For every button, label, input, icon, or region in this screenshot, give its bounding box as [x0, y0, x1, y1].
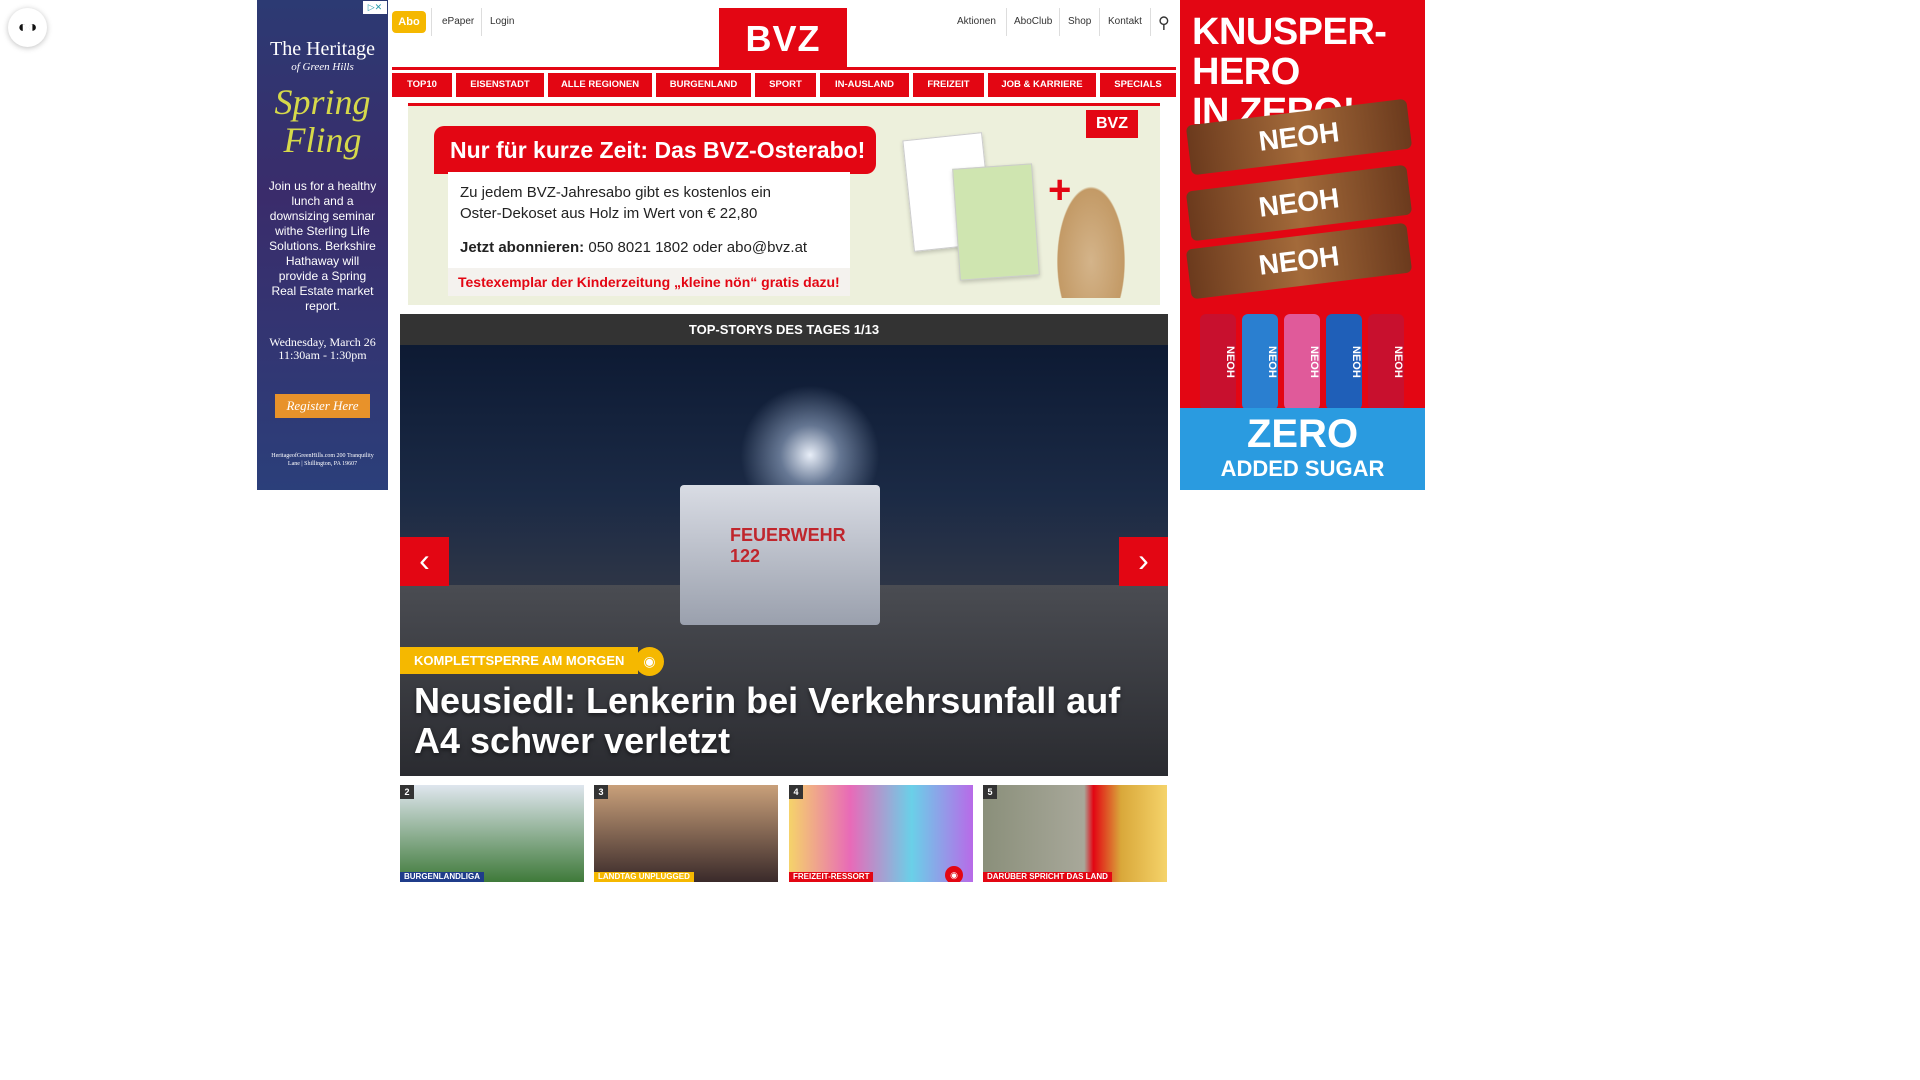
abo-button[interactable]: Abo [392, 11, 426, 33]
divider [481, 8, 482, 36]
thumbnail-2[interactable]: 2 BURGENLANDLIGA [400, 785, 584, 882]
ad-left-time: 11:30am - 1:30pm [278, 348, 367, 362]
story-kicker: KOMPLETTSPERRE AM MORGEN [400, 647, 639, 674]
ad-left-footer: HeritageofGreenHills.com 200 Tranquility… [271, 453, 374, 467]
top-stories-slider: TOP-STORYS DES TAGES 1/13 FEUERWEHR 122 … [400, 314, 1168, 776]
left-ad-banner[interactable]: ▷✕ The Heritage of Green Hills Spring Fl… [257, 0, 388, 490]
shop-link[interactable]: Shop [1068, 16, 1091, 27]
accessibility-button[interactable]: ◐◑ [8, 8, 47, 47]
thumb-tag: LANDTAG UNPLUGGED [594, 872, 694, 882]
right-ad-banner[interactable]: KNUSPER-HERO IN ZERO! NEOH NEOH NEOH NEO… [1180, 0, 1425, 490]
top-stories-header: TOP-STORYS DES TAGES 1/13 [400, 314, 1168, 345]
prev-arrow-icon[interactable]: ‹ [400, 537, 449, 586]
thumb-tag: BURGENLANDLIGA [400, 872, 484, 882]
next-arrow-icon[interactable]: › [1119, 537, 1168, 586]
kontakt-link[interactable]: Kontakt [1108, 16, 1142, 27]
thumb-number: 5 [983, 785, 997, 799]
main-nav: TOP10 EISENSTADT ALLE REGIONEN BURGENLAN… [392, 73, 1176, 97]
login-link[interactable]: Login [490, 16, 514, 27]
ad-right-footer: ZERO ADDED SUGAR [1180, 408, 1425, 490]
nav-burgenland[interactable]: BURGENLAND [656, 73, 751, 97]
nav-job-karriere[interactable]: JOB & KARRIERE [988, 73, 1096, 97]
thumbnail-4[interactable]: 4 FREIZEIT-RESSORT ◉ [789, 785, 973, 882]
divider [1099, 8, 1100, 36]
nav-top10[interactable]: TOP10 [392, 73, 452, 97]
kids-magazine-image [952, 163, 1040, 281]
ad-close-icon[interactable]: ▷✕ [363, 1, 387, 14]
camera-icon: ◉ [945, 866, 963, 882]
pack-1: NEOH [1200, 314, 1236, 410]
fire-truck: FEUERWEHR 122 [680, 485, 880, 625]
divider [1006, 8, 1007, 36]
promo-line-2: Oster-Dekoset aus Holz im Wert von € 22,… [460, 205, 758, 222]
promo-bvz-logo: BVZ [1086, 110, 1138, 138]
truck-text: FEUERWEHR 122 [730, 525, 846, 566]
camera-icon: ◉ [635, 647, 664, 676]
thumb-tag: DARÜBER SPRICHT DAS LAND [983, 872, 1112, 882]
thumb-tag: FREIZEIT-RESSORT [789, 872, 874, 882]
nav-specials[interactable]: SPECIALS [1100, 73, 1176, 97]
osterabo-promo[interactable]: Nur für kurze Zeit: Das BVZ-Osterabo! Zu… [408, 103, 1160, 305]
thumb-bg [789, 785, 973, 882]
epaper-link[interactable]: ePaper [442, 16, 474, 27]
promo-line-1: Zu jedem BVZ-Jahresabo gibt es kostenlos… [460, 184, 771, 201]
site-header: Abo ePaper Login BVZ Aktionen AboClub Sh… [392, 0, 1176, 100]
thumbnail-3[interactable]: 3 LANDTAG UNPLUGGED [594, 785, 778, 882]
ad-left-headline: Spring Fling [274, 82, 371, 160]
thumb-number: 3 [594, 785, 608, 799]
ad-left-title: The Heritage [270, 38, 375, 60]
aboclub-link[interactable]: AboClub [1014, 16, 1052, 27]
thumb-bg [400, 785, 584, 882]
nav-freizeit[interactable]: FREIZEIT [913, 73, 984, 97]
thumb-number: 4 [789, 785, 803, 799]
header-rule [392, 67, 1176, 70]
pack-4: NEOH [1326, 314, 1362, 410]
zero-label: ZERO [1246, 412, 1359, 456]
promo-cta-contact: 050 8021 1802 oder abo@bvz.at [584, 239, 808, 256]
promo-card: Zu jedem BVZ-Jahresabo gibt es kostenlos… [448, 172, 850, 296]
promo-headline: Nur für kurze Zeit: Das BVZ-Osterabo! [434, 126, 876, 174]
hero-story[interactable]: FEUERWEHR 122 ‹ › KOMPLETTSPERRE AM MORG… [400, 345, 1168, 776]
accessibility-icon: ◐◑ [17, 18, 38, 36]
pack-3: NEOH [1284, 314, 1320, 410]
thumbnail-5[interactable]: 5 DARÜBER SPRICHT DAS LAND [983, 785, 1167, 882]
thumb-number: 2 [400, 785, 414, 799]
story-headline[interactable]: Neusiedl: Lenkerin bei Verkehrsunfall au… [414, 681, 1154, 761]
ad-left-subtitle: of Green Hills [291, 61, 354, 73]
divider [1059, 8, 1060, 36]
ad-right-headline-1: KNUSPER-HERO [1192, 11, 1387, 93]
thumb-bg [594, 785, 778, 882]
bvz-logo[interactable]: BVZ [719, 8, 847, 68]
added-sugar-label: ADDED SUGAR [1220, 456, 1385, 481]
promo-footer: Testexemplar der Kinderzeitung „kleine n… [448, 268, 850, 296]
nav-alle-regionen[interactable]: ALLE REGIONEN [548, 73, 652, 97]
pack-2: NEOH [1242, 314, 1278, 410]
register-here-button[interactable]: Register Here [275, 394, 370, 418]
easter-bunny-image [1052, 176, 1130, 298]
promo-cta-label: Jetzt abonnieren: [460, 239, 585, 256]
aktionen-link[interactable]: Aktionen [957, 16, 996, 27]
search-icon[interactable]: ⚲ [1158, 13, 1170, 33]
divider [1150, 8, 1151, 36]
story-thumbnails: 2 BURGENLANDLIGA 3 LANDTAG UNPLUGGED 4 F… [400, 785, 1168, 882]
divider [431, 8, 432, 36]
thumb-bg [983, 785, 1167, 882]
pack-group: NEOH NEOH NEOH NEOH NEOH [1192, 300, 1412, 410]
nav-eisenstadt[interactable]: EISENSTADT [456, 73, 544, 97]
nav-in-ausland[interactable]: IN-AUSLAND [820, 73, 909, 97]
nav-sport[interactable]: SPORT [755, 73, 816, 97]
pack-5: NEOH [1368, 314, 1404, 410]
ad-left-body: Join us for a healthy lunch and a downsi… [268, 179, 377, 313]
